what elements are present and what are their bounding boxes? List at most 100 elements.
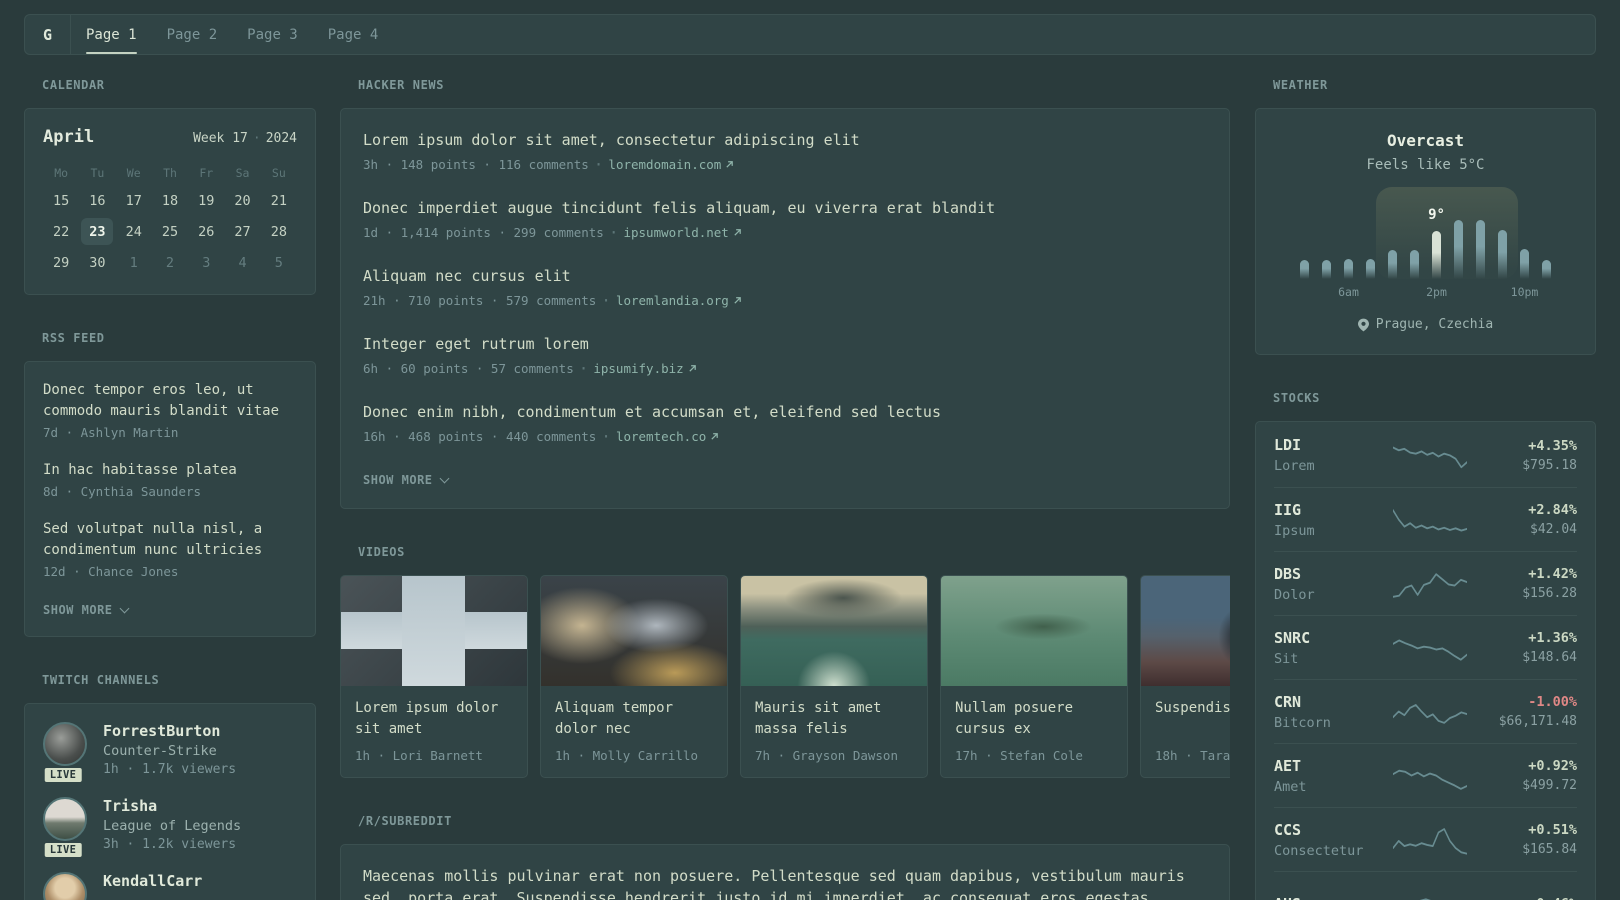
stocks-widget: STOCKS LDI Lorem +4.35% $795.18 IIG Ipsum +2.8… xyxy=(1255,391,1596,900)
hackernews-item: Donec imperdiet augue tincidunt felis al… xyxy=(363,197,1207,242)
hackernews-item-source[interactable]: loremlandia.org xyxy=(616,293,729,308)
separator-dot: · xyxy=(578,359,589,378)
location-pin-icon xyxy=(1357,318,1369,331)
video-thumbnail xyxy=(1141,576,1230,686)
chevron-down-icon xyxy=(119,603,129,614)
stock-symbol: CCS xyxy=(1274,820,1302,839)
weather-time-label: 6am xyxy=(1338,285,1359,299)
calendar-day-header: Th xyxy=(163,166,177,180)
hackernews-item-source[interactable]: ipsumworld.net xyxy=(623,225,728,240)
twitch-avatar-wrap[interactable]: LIVE xyxy=(42,797,87,859)
top-nav: G Page 1 Page 2 Page 3 Page 4 xyxy=(24,14,1596,55)
video-title: Suspendisse diam xyxy=(1155,700,1230,716)
stock-sparkline xyxy=(1392,827,1467,855)
hackernews-item-title[interactable]: Integer eget rutrum lorem xyxy=(363,333,1207,355)
stock-row[interactable]: AHS +0.46% xyxy=(1274,871,1577,900)
hackernews-item-source[interactable]: loremtech.co xyxy=(616,429,706,444)
stock-spark-wrap xyxy=(1378,823,1481,857)
hackernews-item-title[interactable]: Aliquam nec cursus elit xyxy=(363,265,1207,287)
calendar-day: 16 xyxy=(89,192,106,209)
tab-page-1[interactable]: Page 1 xyxy=(71,15,152,54)
twitch-avatar-wrap[interactable]: LIVE xyxy=(42,722,87,784)
stock-symbol: DBS xyxy=(1274,564,1302,583)
calendar-day: 20 xyxy=(234,192,251,209)
rss-item-meta: 7d · Ashlyn Martin xyxy=(43,425,179,440)
stock-symbol: SNRC xyxy=(1274,628,1311,647)
stock-row[interactable]: AET Amet +0.92% $499.72 xyxy=(1274,743,1577,807)
tab-page-3[interactable]: Page 3 xyxy=(232,15,313,54)
app-logo[interactable]: G xyxy=(25,15,71,54)
twitch-channel-name[interactable]: ForrestBurton xyxy=(103,722,236,740)
video-meta: 1h · Lori Barnett xyxy=(355,748,483,763)
weather-bar-slot xyxy=(1470,187,1492,279)
stock-row[interactable]: CCS Consectetur +0.51% $165.84 xyxy=(1274,807,1577,871)
stock-spark-wrap xyxy=(1378,759,1481,793)
separator-dot: · xyxy=(601,427,611,446)
hackernews-item-metaline: 3h · 148 points · 116 comments · loremdoma… xyxy=(363,155,1207,174)
calendar-widget: CALENDAR April Week 17 · 2024 Mo Tu We Th Fr Sa… xyxy=(24,78,316,295)
hackernews-item-source[interactable]: ipsumify.biz xyxy=(593,361,683,376)
video-card[interactable]: Lorem ipsum dolor sit amet consectetu… 1h… xyxy=(340,575,528,778)
weather-bar xyxy=(1454,220,1463,279)
weather-current-temp: 9° xyxy=(1428,207,1445,223)
video-card[interactable]: Mauris sit amet massa felis 7h · Grayson … xyxy=(740,575,928,778)
stock-row[interactable]: CRN Bitcorn -1.00% $66,171.48 xyxy=(1274,679,1577,743)
calendar-day: 22 xyxy=(53,223,70,240)
stock-change: +0.46% xyxy=(1481,896,1577,900)
twitch-channel-name[interactable]: KendallCarr xyxy=(103,872,202,890)
stock-change: +2.84% xyxy=(1528,502,1577,518)
stock-values: +0.92% $499.72 xyxy=(1481,758,1577,793)
rss-item-title[interactable]: Sed volutpat nulla nisl, a condimentum n… xyxy=(43,519,297,561)
hackernews-item-title[interactable]: Donec imperdiet augue tincidunt felis al… xyxy=(363,197,1207,219)
stock-id: AET Amet xyxy=(1274,757,1378,795)
rss-item-title[interactable]: Donec tempor eros leo, ut commodo mauris… xyxy=(43,380,297,422)
tab-page-2[interactable]: Page 2 xyxy=(152,15,233,54)
hackernews-item-source[interactable]: loremdomain.com xyxy=(608,157,721,172)
twitch-widget-title: TWITCH CHANNELS xyxy=(42,673,160,687)
subreddit-post-title[interactable]: Maecenas mollis pulvinar erat non posuer… xyxy=(363,865,1207,900)
video-card[interactable]: Nullam posuere cursus ex 17h · Stefan Col… xyxy=(940,575,1128,778)
video-card-body: Lorem ipsum dolor sit amet consectetu… 1h… xyxy=(341,686,527,777)
weather-bar-slot xyxy=(1382,187,1404,279)
calendar-day: 28 xyxy=(270,223,287,240)
stock-symbol: LDI xyxy=(1274,436,1302,454)
hackernews-item-meta: 16h · 468 points · 440 comments xyxy=(363,429,597,444)
video-card[interactable]: Suspendisse diam 18h · Tara xyxy=(1140,575,1230,778)
video-card-body: Nullam posuere cursus ex 17h · Stefan Col… xyxy=(941,686,1127,777)
stock-symbol: AHS xyxy=(1274,895,1378,900)
stock-values: +0.46% xyxy=(1481,896,1577,900)
stock-spark-wrap xyxy=(1378,567,1481,601)
stock-change: -1.00% xyxy=(1528,694,1577,710)
hackernews-item-title[interactable]: Lorem ipsum dolor sit amet, consectetur … xyxy=(363,129,1207,151)
video-card[interactable]: Aliquam tempor dolor nec pharetra… 1h · M… xyxy=(540,575,728,778)
twitch-channel-info: ForrestBurton Counter-Strike 1h · 1.7k vie… xyxy=(103,722,236,777)
calendar-month: April xyxy=(43,127,95,147)
twitch-avatar-wrap[interactable] xyxy=(43,872,87,900)
video-meta: 7h · Grayson Dawson xyxy=(755,748,898,763)
hackernews-item-title[interactable]: Donec enim nibh, condimentum et accumsan… xyxy=(363,401,1207,423)
calendar-day-header: Su xyxy=(271,166,286,180)
calendar-day: 21 xyxy=(270,192,287,209)
stock-change: +1.36% xyxy=(1528,630,1577,646)
stock-row[interactable]: IIG Ipsum +2.84% $42.04 xyxy=(1274,487,1577,551)
stock-row[interactable]: DBS Dolor +1.42% $156.28 xyxy=(1274,551,1577,615)
separator-dot: · xyxy=(601,291,611,310)
weather-card: Overcast Feels like 5°C 9° 6am 2pm 10pm Pr… xyxy=(1255,108,1596,355)
calendar-day-selected: 23 xyxy=(81,218,114,245)
show-more-button[interactable]: SHOW MORE xyxy=(43,603,129,617)
weather-bar-slot xyxy=(1492,187,1514,279)
calendar-day-header: Sa xyxy=(235,166,250,180)
calendar-day: 26 xyxy=(198,223,215,240)
weather-bar-slot xyxy=(1294,187,1316,279)
weather-bar-slot xyxy=(1536,187,1558,279)
stock-row[interactable]: LDI Lorem +4.35% $795.18 xyxy=(1274,423,1577,487)
twitch-channel-name[interactable]: Trisha xyxy=(103,797,241,815)
rss-item-title[interactable]: In hac habitasse platea xyxy=(43,460,297,481)
separator-dot: · xyxy=(593,155,604,174)
twitch-channel-info: KendallCarr xyxy=(103,872,202,900)
weather-condition: Overcast xyxy=(1386,131,1465,150)
stock-change: +1.42% xyxy=(1528,566,1577,582)
tab-page-4[interactable]: Page 4 xyxy=(313,15,394,54)
stock-row[interactable]: SNRC Sit +1.36% $148.64 xyxy=(1274,615,1577,679)
show-more-button[interactable]: SHOW MORE xyxy=(363,473,449,487)
